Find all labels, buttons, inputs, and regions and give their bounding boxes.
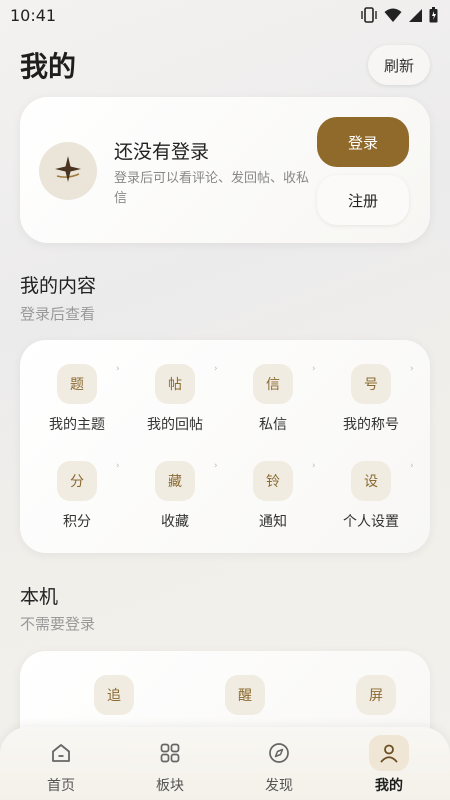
grid-item-notifications[interactable]: 铃 › 通知 xyxy=(224,461,322,541)
grid-item-label: 个人设置 xyxy=(343,514,399,530)
page-title: 我的 xyxy=(20,50,77,83)
grid-item-points[interactable]: 分 › 积分 xyxy=(28,461,126,541)
grid-item-messages[interactable]: 信 › 私信 xyxy=(224,364,322,444)
register-button[interactable]: 注册 xyxy=(317,175,409,225)
chevron-right-icon: › xyxy=(410,364,414,374)
refresh-button[interactable]: 刷新 xyxy=(368,45,430,85)
user-icon xyxy=(369,735,409,771)
tab-label: 发现 xyxy=(265,778,293,794)
settings-icon: 设 xyxy=(351,461,391,501)
grid-item-personal-settings[interactable]: 设 › 个人设置 xyxy=(322,461,420,541)
compass-icon xyxy=(259,735,299,771)
chevron-right-icon: › xyxy=(312,364,316,374)
points-icon: 分 xyxy=(57,461,97,501)
tab-me[interactable]: 我的 xyxy=(349,735,429,795)
wifi-icon xyxy=(384,8,402,23)
topics-icon: 题 xyxy=(57,364,97,404)
grid-item-label: 私信 xyxy=(259,417,287,433)
grid-item-label: 通知 xyxy=(259,514,287,530)
grid-item-label: 积分 xyxy=(63,514,91,530)
chevron-right-icon: › xyxy=(312,461,316,471)
status-icons xyxy=(360,7,438,23)
my-content-subtitle: 登录后查看 xyxy=(20,305,96,323)
tab-label: 板块 xyxy=(156,778,184,794)
my-content-grid: 题 › 我的主题 帖 › 我的回帖 信 › 私信 号 › 我的称号 分 › 积分… xyxy=(20,340,430,553)
chevron-right-icon: › xyxy=(116,364,120,374)
tab-boards[interactable]: 板块 xyxy=(130,735,210,795)
grid-item-my-titles[interactable]: 号 › 我的称号 xyxy=(322,364,420,444)
track-icon: 追 xyxy=(94,675,134,715)
avatar xyxy=(39,142,97,200)
chevron-right-icon: › xyxy=(214,461,218,471)
status-time: 10:41 xyxy=(10,5,57,25)
battery-icon xyxy=(429,7,438,23)
signal-icon xyxy=(408,8,423,23)
tab-home[interactable]: 首页 xyxy=(21,735,101,795)
my-content-title: 我的内容 xyxy=(20,275,97,297)
grid-item-label: 我的称号 xyxy=(343,417,399,433)
remind-icon: 醒 xyxy=(225,675,265,715)
local-subtitle: 不需要登录 xyxy=(20,615,96,633)
login-title: 还没有登录 xyxy=(114,141,210,163)
tab-label: 首页 xyxy=(47,778,75,794)
sparkle-logo-icon xyxy=(51,152,85,190)
status-bar: 10:41 xyxy=(0,0,450,30)
home-icon xyxy=(41,735,81,771)
titles-icon: 号 xyxy=(351,364,391,404)
tab-discover[interactable]: 发现 xyxy=(239,735,319,795)
grid-item-label: 我的主题 xyxy=(49,417,105,433)
login-button[interactable]: 登录 xyxy=(317,117,409,167)
replies-icon: 帖 xyxy=(155,364,195,404)
block-icon: 屏 xyxy=(356,675,396,715)
chevron-right-icon: › xyxy=(116,461,120,471)
grid-item-favorites[interactable]: 藏 › 收藏 xyxy=(126,461,224,541)
vibrate-icon xyxy=(360,7,378,23)
chevron-right-icon: › xyxy=(214,364,218,374)
grid-item-my-topics[interactable]: 题 › 我的主题 xyxy=(28,364,126,444)
bell-icon: 铃 xyxy=(253,461,293,501)
chevron-right-icon: › xyxy=(410,461,414,471)
grid-item-label: 收藏 xyxy=(161,514,189,530)
messages-icon: 信 xyxy=(253,364,293,404)
login-description: 登录后可以看评论、发回帖、收私信 xyxy=(114,171,310,206)
local-title: 本机 xyxy=(20,586,59,608)
header: 我的 刷新 xyxy=(0,42,450,88)
grid-item-label: 我的回帖 xyxy=(147,417,203,433)
grid-icon xyxy=(150,735,190,771)
login-card: 还没有登录 登录后可以看评论、发回帖、收私信 登录 注册 xyxy=(20,97,430,243)
favorites-icon: 藏 xyxy=(155,461,195,501)
grid-item-my-replies[interactable]: 帖 › 我的回帖 xyxy=(126,364,224,444)
bottom-tab-bar: 首页 板块 发现 我的 xyxy=(0,727,450,800)
tab-label: 我的 xyxy=(375,778,403,794)
